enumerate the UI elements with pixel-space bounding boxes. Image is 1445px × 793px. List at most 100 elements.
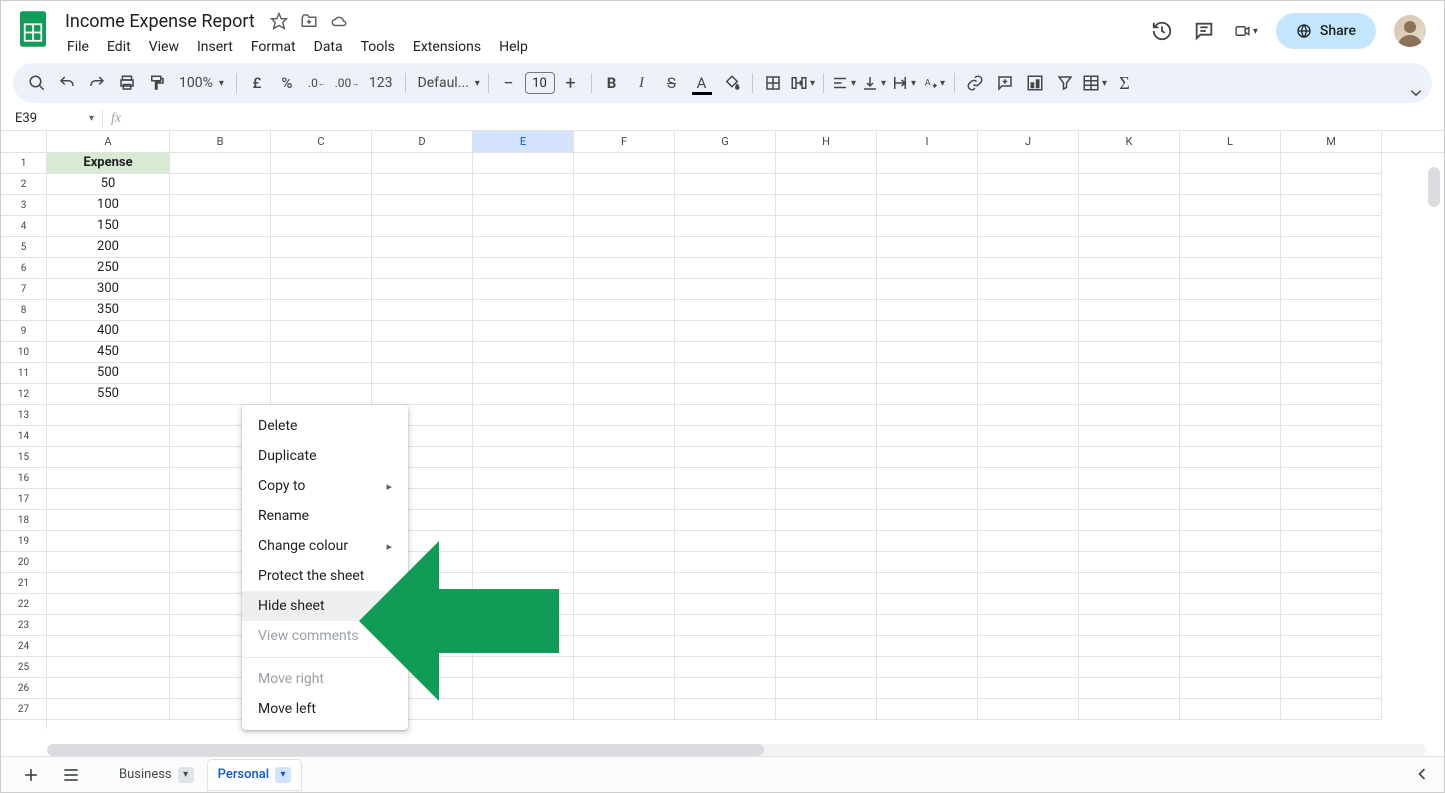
cell[interactable] [47, 573, 170, 594]
cell[interactable] [574, 153, 675, 174]
cell[interactable] [776, 237, 877, 258]
cell[interactable] [675, 636, 776, 657]
cell[interactable] [271, 363, 372, 384]
cell[interactable] [877, 552, 978, 573]
cell[interactable] [1079, 678, 1180, 699]
cell[interactable] [372, 174, 473, 195]
menu-extensions[interactable]: Extensions [405, 35, 489, 59]
cell[interactable] [1281, 531, 1382, 552]
cell[interactable] [1281, 300, 1382, 321]
cell[interactable] [1281, 636, 1382, 657]
cell[interactable] [47, 489, 170, 510]
cell[interactable] [1079, 447, 1180, 468]
explore-button[interactable] [1408, 760, 1436, 788]
cell[interactable] [1180, 258, 1281, 279]
cell[interactable] [877, 153, 978, 174]
cell[interactable] [1281, 258, 1382, 279]
menu-view[interactable]: View [141, 35, 187, 59]
cell[interactable] [170, 279, 271, 300]
cell[interactable] [574, 363, 675, 384]
row-header[interactable]: 16 [1, 468, 46, 489]
cell[interactable] [675, 531, 776, 552]
document-title[interactable]: Income Expense Report [59, 9, 261, 34]
text-rotation-button[interactable]: A▾ [920, 69, 948, 97]
horizontal-align-button[interactable]: ▾ [830, 69, 858, 97]
cell[interactable] [1079, 699, 1180, 720]
sheet-tab-business[interactable]: Business▾ [109, 760, 204, 790]
decrease-decimal-button[interactable]: .0← [303, 69, 331, 97]
cell[interactable] [776, 678, 877, 699]
menu-help[interactable]: Help [491, 35, 536, 59]
cell[interactable] [776, 615, 877, 636]
menu-insert[interactable]: Insert [189, 35, 241, 59]
cell[interactable] [372, 258, 473, 279]
cell[interactable] [1079, 510, 1180, 531]
cell[interactable] [1079, 237, 1180, 258]
cell[interactable] [978, 573, 1079, 594]
cell[interactable] [1180, 279, 1281, 300]
cell[interactable] [1180, 699, 1281, 720]
cell[interactable]: 350 [47, 300, 170, 321]
column-header[interactable]: H [776, 131, 877, 152]
cell[interactable] [1079, 384, 1180, 405]
cell[interactable] [47, 405, 170, 426]
cell[interactable] [877, 594, 978, 615]
cell[interactable]: 300 [47, 279, 170, 300]
vertical-scrollbar[interactable] [1428, 167, 1442, 744]
cell[interactable] [473, 342, 574, 363]
cell[interactable] [1281, 552, 1382, 573]
cell[interactable] [473, 258, 574, 279]
cell[interactable] [776, 384, 877, 405]
cell[interactable] [473, 195, 574, 216]
menu-edit[interactable]: Edit [99, 35, 139, 59]
cell[interactable] [675, 216, 776, 237]
cell[interactable] [1079, 258, 1180, 279]
cell[interactable] [776, 657, 877, 678]
cell[interactable] [473, 405, 574, 426]
cell[interactable] [776, 510, 877, 531]
cell[interactable] [776, 153, 877, 174]
cell[interactable] [271, 237, 372, 258]
cell[interactable] [271, 153, 372, 174]
cell[interactable] [675, 699, 776, 720]
cell[interactable] [1079, 636, 1180, 657]
cell[interactable] [675, 342, 776, 363]
meet-icon[interactable]: ▾ [1234, 19, 1258, 43]
cell[interactable] [574, 510, 675, 531]
cell[interactable] [1180, 678, 1281, 699]
cell[interactable] [675, 489, 776, 510]
cell[interactable] [574, 657, 675, 678]
cell[interactable] [978, 636, 1079, 657]
column-header[interactable]: D [372, 131, 473, 152]
cell[interactable] [271, 195, 372, 216]
cell[interactable] [170, 195, 271, 216]
cell[interactable] [776, 174, 877, 195]
cell[interactable] [574, 468, 675, 489]
cell[interactable] [47, 426, 170, 447]
row-header[interactable]: 20 [1, 552, 46, 573]
cell[interactable] [1281, 279, 1382, 300]
context-menu-copy-to[interactable]: Copy to▸ [242, 471, 408, 501]
cell[interactable] [47, 552, 170, 573]
cell[interactable] [675, 405, 776, 426]
cell[interactable] [675, 363, 776, 384]
cell[interactable] [776, 321, 877, 342]
cell[interactable] [1180, 342, 1281, 363]
row-header[interactable]: 5 [1, 237, 46, 258]
cell[interactable] [1079, 489, 1180, 510]
cell[interactable] [574, 699, 675, 720]
cell[interactable] [473, 447, 574, 468]
cell[interactable] [1281, 489, 1382, 510]
cell[interactable] [877, 678, 978, 699]
cell[interactable] [1180, 573, 1281, 594]
cell[interactable] [675, 615, 776, 636]
cell[interactable] [1281, 153, 1382, 174]
cell[interactable] [473, 468, 574, 489]
cell[interactable] [776, 258, 877, 279]
cell[interactable] [1281, 468, 1382, 489]
number-format-dropdown[interactable]: 123 [363, 69, 399, 97]
cell[interactable]: 50 [47, 174, 170, 195]
column-header[interactable]: K [1079, 131, 1180, 152]
cell[interactable] [877, 531, 978, 552]
cell[interactable] [1180, 468, 1281, 489]
